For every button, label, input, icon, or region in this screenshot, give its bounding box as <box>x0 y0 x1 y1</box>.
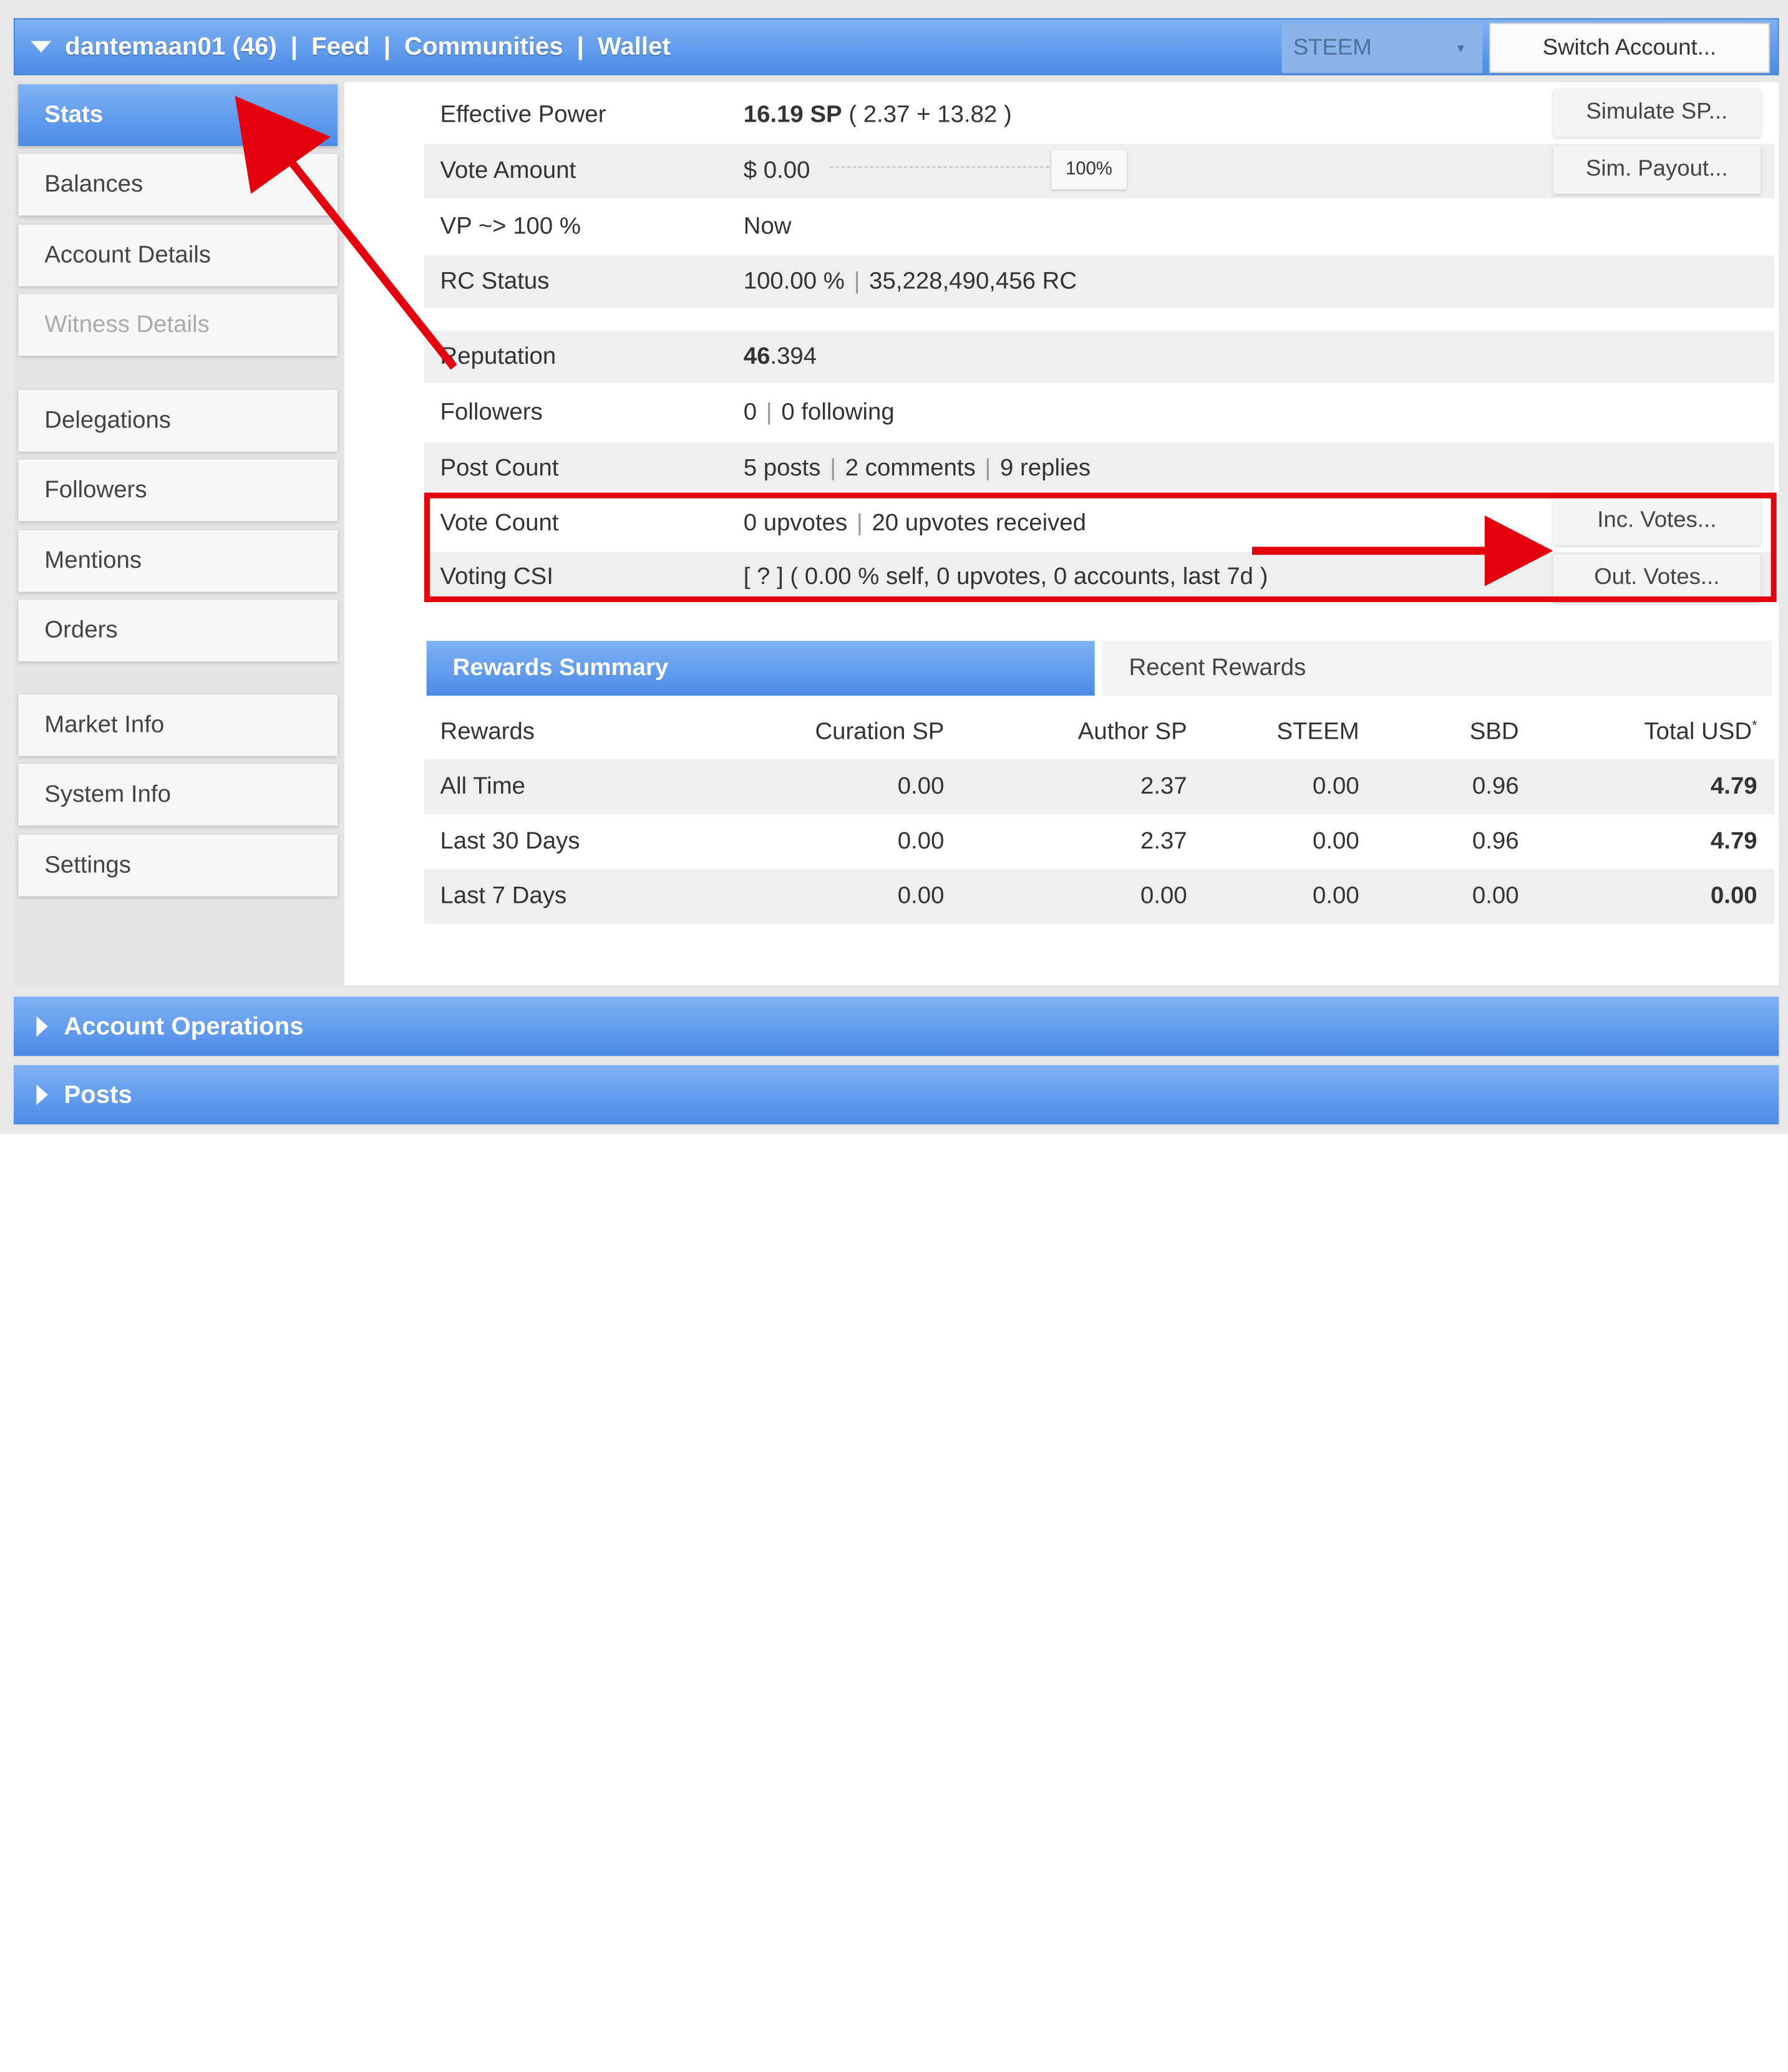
table-cell: Last 7 Days <box>440 882 567 909</box>
stat-label: VP ~> 100 % <box>440 213 581 240</box>
table-cell: 0.00 <box>1313 827 1359 855</box>
column-header: SBD <box>1469 718 1519 745</box>
sidebar-item-followers[interactable]: Followers <box>18 459 338 522</box>
simulate-sp-button[interactable]: Simulate SP... <box>1553 89 1761 137</box>
table-cell: 0.00 <box>1710 882 1757 909</box>
pipe-separator: | <box>830 455 837 482</box>
footnote-mark: * <box>1752 717 1757 734</box>
effective-power-value: 16.19 SP <box>743 101 842 128</box>
sidebar-item-market-info[interactable]: Market Info <box>18 694 338 756</box>
communities-link[interactable]: Communities <box>404 32 563 62</box>
sidebar: Stats Balances Account Details Witness D… <box>13 82 344 986</box>
stat-row-followers: Followers 0 | 0 following <box>424 386 1774 440</box>
table-cell: 0.00 <box>1313 882 1359 909</box>
account-name-link[interactable]: dantemaan01 (46) <box>65 32 277 62</box>
table-cell: 0.96 <box>1472 773 1519 800</box>
table-cell: 0.00 <box>897 827 945 855</box>
pipe-separator: | <box>765 399 772 426</box>
posts-section[interactable]: Posts <box>13 1065 1779 1125</box>
column-header: STEEM <box>1276 718 1359 745</box>
followers-count: 0 <box>743 399 757 426</box>
feed-link[interactable]: Feed <box>311 32 370 62</box>
sidebar-item-settings[interactable]: Settings <box>18 834 338 897</box>
table-cell: Last 30 Days <box>440 827 580 855</box>
pipe-separator: | <box>984 455 991 482</box>
column-header: Curation SP <box>815 718 945 745</box>
vote-weight-percent[interactable]: 100% <box>1051 150 1127 190</box>
expand-triangle-icon <box>36 1084 48 1106</box>
table-cell: 0.00 <box>1472 882 1519 909</box>
rewards-table-header: Rewards Curation SP Author SP STEEM SBD … <box>424 705 1775 762</box>
section-title: Account Operations <box>64 1011 304 1040</box>
column-header: Author SP <box>1077 718 1187 745</box>
vote-weight-slider[interactable] <box>830 166 1049 168</box>
switch-account-button[interactable]: Switch Account... <box>1489 22 1770 73</box>
column-header: Total USD* <box>1644 705 1757 760</box>
sidebar-item-stats[interactable]: Stats <box>18 84 338 146</box>
tab-rewards-summary[interactable]: Rewards Summary <box>426 641 1095 696</box>
sidebar-item-delegations[interactable]: Delegations <box>18 390 338 452</box>
table-cell: 0.00 <box>1313 773 1359 800</box>
stat-label: Effective Power <box>440 101 606 128</box>
stat-label: RC Status <box>440 268 550 294</box>
header-separator: | <box>576 32 584 61</box>
header-separator: | <box>290 32 298 61</box>
reputation-decimal: .394 <box>770 343 817 370</box>
vp-value: Now <box>743 213 792 240</box>
reputation-integer: 46 <box>743 343 770 370</box>
table-cell: 0.00 <box>897 882 945 909</box>
table-cell: 2.37 <box>1140 827 1187 855</box>
stat-row-post-count: Post Count 5 posts | 2 comments | 9 replies <box>424 442 1775 495</box>
sidebar-item-account-details[interactable]: Account Details <box>18 225 338 286</box>
table-cell: All Time <box>440 773 526 800</box>
section-title: Posts <box>64 1079 132 1109</box>
chevron-down-icon: ▾ <box>1457 39 1464 56</box>
account-operations-section[interactable]: Account Operations <box>13 996 1779 1056</box>
sidebar-item-balances[interactable]: Balances <box>18 153 338 216</box>
rc-amount: 35,228,490,456 RC <box>869 268 1077 294</box>
stat-label: Post Count <box>440 455 559 482</box>
table-row: All Time 0.00 2.37 0.00 0.96 4.79 <box>424 759 1775 815</box>
wallet-link[interactable]: Wallet <box>598 32 671 62</box>
header-separator: | <box>383 32 391 61</box>
sidebar-item-mentions[interactable]: Mentions <box>18 530 338 592</box>
tab-recent-rewards[interactable]: Recent Rewards <box>1101 641 1772 696</box>
table-cell: 2.37 <box>1140 773 1187 800</box>
sidebar-item-witness-details: Witness Details <box>18 294 338 356</box>
stat-label: Vote Amount <box>440 157 576 184</box>
expand-triangle-icon <box>36 1016 48 1037</box>
effective-power-detail: ( 2.37 + 13.82 ) <box>848 101 1012 128</box>
stat-row-vp: VP ~> 100 % Now <box>424 201 1774 253</box>
stat-row-rc-status: RC Status 100.00 % | 35,228,490,456 RC <box>424 255 1775 308</box>
replies-count: 9 replies <box>1000 455 1091 482</box>
table-row: Last 30 Days 0.00 2.37 0.00 0.96 4.79 <box>424 814 1774 869</box>
table-cell: 4.79 <box>1710 773 1757 800</box>
table-cell: 0.00 <box>897 773 945 800</box>
column-header: Rewards <box>440 718 535 745</box>
currency-select[interactable]: STEEM ▾ <box>1281 22 1483 73</box>
collapse-triangle-icon[interactable] <box>31 41 52 53</box>
sidebar-item-orders[interactable]: Orders <box>18 600 338 662</box>
table-cell: 0.96 <box>1472 827 1519 855</box>
table-cell: 0.00 <box>1140 882 1187 909</box>
sim-payout-button[interactable]: Sim. Payout... <box>1553 145 1761 194</box>
stat-label: Followers <box>440 399 543 426</box>
total-usd-label: Total USD <box>1644 718 1752 745</box>
pipe-separator: | <box>853 268 860 294</box>
rc-percent: 100.00 % <box>743 268 845 294</box>
table-row: Last 7 Days 0.00 0.00 0.00 0.00 0.00 <box>424 868 1775 924</box>
comments-count: 2 comments <box>845 455 976 482</box>
sidebar-item-system-info[interactable]: System Info <box>18 764 338 826</box>
posts-count: 5 posts <box>743 455 821 482</box>
stat-label: Reputation <box>440 343 556 370</box>
following-count: 0 following <box>781 399 895 426</box>
highlight-box <box>424 492 1777 603</box>
vote-amount-value: $ 0.00 <box>743 157 810 184</box>
currency-select-value: STEEM <box>1293 35 1372 61</box>
table-cell: 4.79 <box>1710 827 1757 855</box>
stat-row-reputation: Reputation 46.394 <box>424 331 1775 384</box>
